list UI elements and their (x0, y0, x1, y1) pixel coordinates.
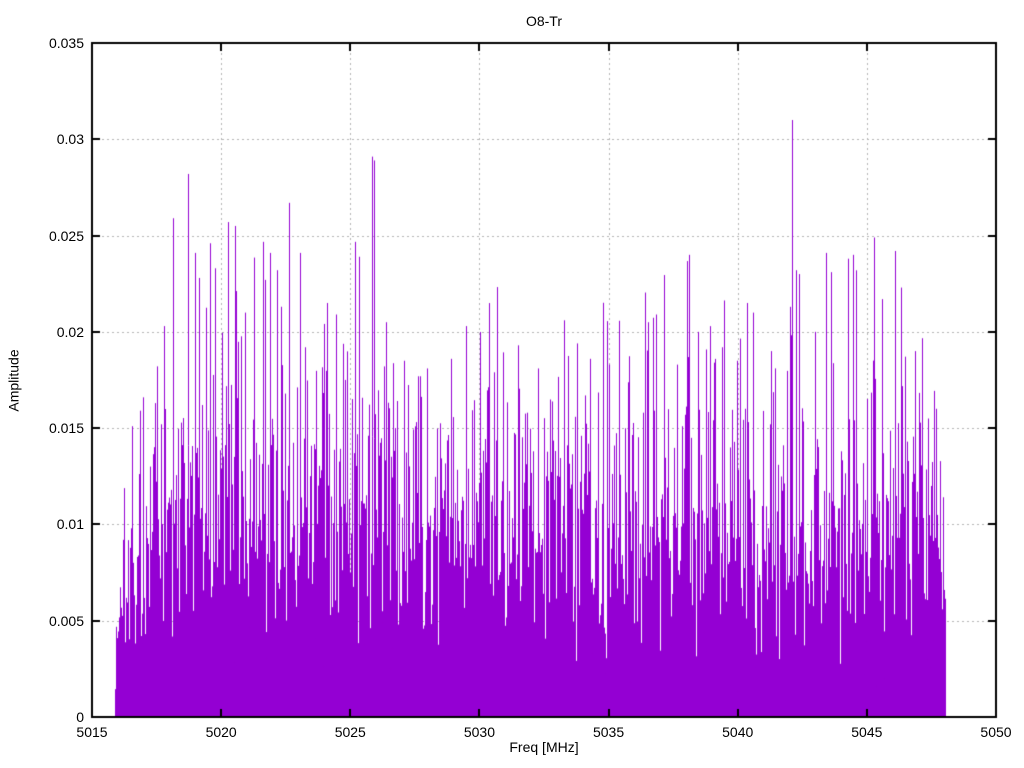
x-tick-label: 5040 (722, 724, 754, 740)
x-tick-label: 5045 (851, 724, 883, 740)
y-tick-label: 0.035 (48, 35, 84, 51)
x-tick-label: 5030 (463, 724, 495, 740)
y-axis-label: Amplitude (5, 349, 22, 412)
y-tick-label: 0 (76, 709, 84, 725)
x-tick-label: 5025 (334, 724, 366, 740)
y-tick-label: 0.025 (48, 227, 84, 244)
x-tick-label: 5020 (205, 724, 237, 740)
x-tick-label: 5035 (592, 724, 625, 740)
x-tick-label: 5015 (76, 724, 108, 740)
y-tick-label: 0.03 (56, 131, 84, 148)
x-tick-label: 5050 (980, 724, 1012, 740)
y-tick-label: 0.02 (56, 323, 84, 340)
chart-title: O8-Tr (525, 13, 563, 29)
x-axis-label: Freq [MHz] (509, 739, 579, 755)
y-tick-label: 0.01 (56, 516, 84, 533)
spectrum-plot-canvas (0, 0, 1024, 768)
y-tick-label: 0.005 (48, 612, 84, 629)
y-tick-label: 0.015 (48, 420, 84, 437)
plot-window: O8-Tr Amplitude Freq [MHz] 5015 5020 5025 5… (0, 0, 1024, 768)
